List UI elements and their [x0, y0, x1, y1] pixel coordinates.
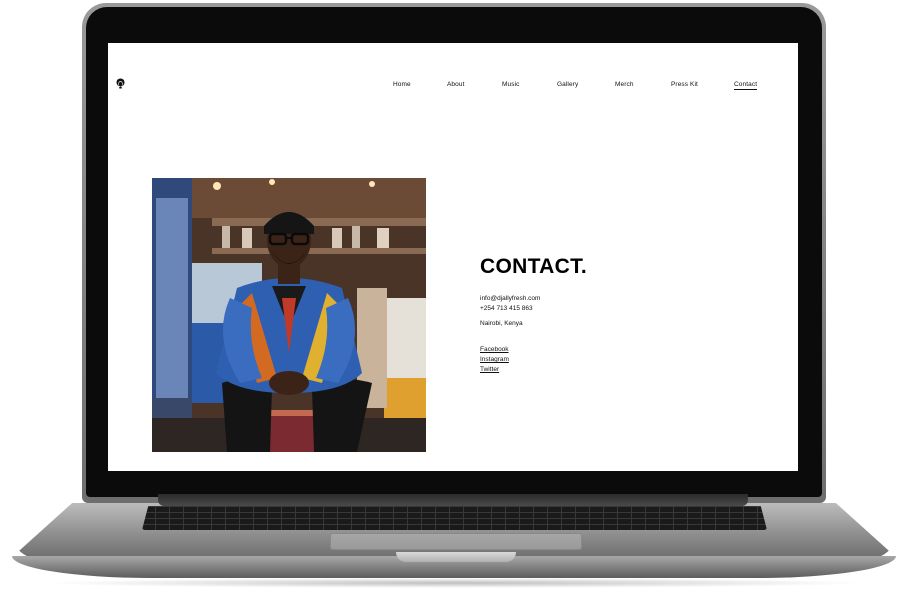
artist-photo [152, 178, 426, 452]
nav-merch[interactable]: Merch [615, 81, 634, 88]
laptop-hinge [158, 494, 748, 506]
instagram-link[interactable]: Instagram [480, 356, 509, 363]
nav-gallery[interactable]: Gallery [557, 81, 578, 88]
laptop-keyboard [142, 506, 767, 530]
laptop-trackpad [330, 533, 582, 550]
nav-home[interactable]: Home [393, 81, 411, 88]
nav-about[interactable]: About [447, 81, 465, 88]
twitter-link[interactable]: Twitter [480, 366, 499, 373]
main-nav: Home About Music Gallery Merch Press Kit… [108, 81, 798, 93]
nav-press-kit[interactable]: Press Kit [671, 81, 698, 88]
laptop-screen: Home About Music Gallery Merch Press Kit… [108, 43, 798, 471]
laptop-shadow [40, 578, 870, 588]
facebook-link[interactable]: Facebook [480, 346, 509, 353]
page-title: CONTACT. [480, 255, 587, 278]
nav-music[interactable]: Music [502, 81, 519, 88]
contact-location: Nairobi, Kenya [480, 320, 523, 327]
nav-contact[interactable]: Contact [734, 81, 758, 90]
artist-portrait-image [152, 178, 426, 452]
laptop-front-notch [396, 552, 516, 562]
contact-email[interactable]: info@djallyfresh.com [480, 295, 540, 302]
contact-phone: +254 713 415 863 [480, 305, 533, 312]
